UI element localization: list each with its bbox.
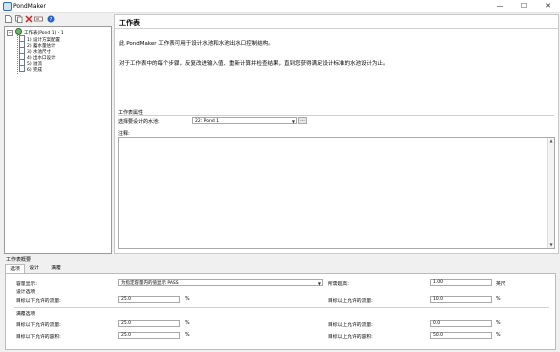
percent-unit: % [496,297,501,302]
above-target-flow-input[interactable]: 10.0 [430,296,492,303]
capacity-display-label: 容量显示: [16,282,37,287]
percent-unit: % [185,297,190,302]
chevron-down-icon: ▼ [291,119,295,124]
scroll-up-icon[interactable]: ▲ [548,138,554,144]
full-above-volume-label: 目标以上允许的容积: [328,335,373,340]
worksheet-panel: 工作表 此 PondMaker 工作表可用于设计水池和水池出水口控制结构。 对于… [114,14,559,254]
delete-icon[interactable] [24,15,33,23]
full-below-flow-label: 目标以下允许的流量: [16,323,61,328]
tree-item-step6[interactable]: 6) 完成 [19,65,42,74]
chevron-down-icon: ▼ [317,281,321,286]
options-tab-pane: 容量显示: 为指定容量内的值显示 PASS ▼ 所需超高: 1.00 英尺 设计… [5,273,556,350]
pond-select-value: 22: Pond 1 [195,119,219,124]
full-options-label: 满覆选项 [16,312,36,317]
percent-unit: % [185,321,190,326]
pond-browse-button[interactable]: ... [298,117,307,124]
intro-paragraph: 此 PondMaker 工作表可用于设计水池和水池出水口控制结构。 [119,41,274,47]
freeboard-unit: 英尺 [496,282,506,287]
page-title: 工作表 [119,19,140,27]
percent-unit: % [496,321,501,326]
below-target-flow-label: 目标以下允许的流量: [16,299,61,304]
pond-select-label: 选择要设计的水池: [118,119,160,125]
percent-unit: % [496,333,501,338]
minimize-button[interactable]: — [488,1,512,11]
full-below-flow-input[interactable]: 25.0 [118,320,180,327]
above-target-flow-label: 目标以上允许的流量: [328,299,373,304]
collapse-icon[interactable]: − [7,30,13,36]
rename-icon[interactable] [34,15,43,23]
percent-unit: % [185,333,190,338]
required-freeboard-label: 所需超高: [328,282,349,287]
capacity-display-value: 为指定容量内的值显示 PASS [121,281,179,286]
full-below-volume-input[interactable]: 25.0 [118,332,180,339]
maximize-button[interactable]: ☐ [512,1,536,11]
capacity-display-select[interactable]: 为指定容量内的值显示 PASS ▼ [118,279,323,286]
worksheet-summary-title: 工作表概要 [6,257,32,263]
help-icon[interactable]: ? [46,15,55,23]
pond-select[interactable]: 22: Pond 1 ▼ [192,117,297,124]
new-file-icon[interactable] [4,15,13,23]
design-options-label: 设计选项 [16,290,36,295]
below-target-flow-input[interactable]: 25.0 [118,296,180,303]
required-freeboard-input[interactable]: 1.00 [430,279,492,286]
full-above-flow-label: 目标以上允许的流量: [328,323,373,328]
page-icon [19,65,25,72]
notes-scrollbar[interactable]: ▲ ▼ [547,138,554,248]
tab-design[interactable]: 设计 [25,264,43,273]
title-bar: PondMaker — ☐ ✕ [0,0,560,13]
copy-icon[interactable] [14,15,23,23]
worksheet-tree[interactable]: − 工作表(Pond 1) - 1 1) 设计方案配置 2) 蓄水量估计 3) 水… [4,26,112,254]
app-icon [3,2,12,11]
scroll-down-icon[interactable]: ▼ [548,242,554,248]
close-button[interactable]: ✕ [536,1,560,11]
full-below-volume-label: 目标以下允许的容积: [16,335,61,340]
notes-textarea[interactable]: ▲ ▼ [118,137,555,249]
full-above-volume-input[interactable]: 50.0 [430,332,492,339]
tab-full[interactable]: 满覆 [47,264,65,273]
instructions-paragraph: 对于工作表中的每个步骤，反复改进输入值、重新计算并检查结果，直到您获得满足设计标… [119,61,389,67]
svg-text:?: ? [49,17,52,23]
notes-label: 注释: [118,131,130,137]
window-title: PondMaker [13,3,46,10]
tree-item-label: 6) 完成 [27,68,43,73]
full-above-flow-input[interactable]: 0.0 [430,320,492,327]
